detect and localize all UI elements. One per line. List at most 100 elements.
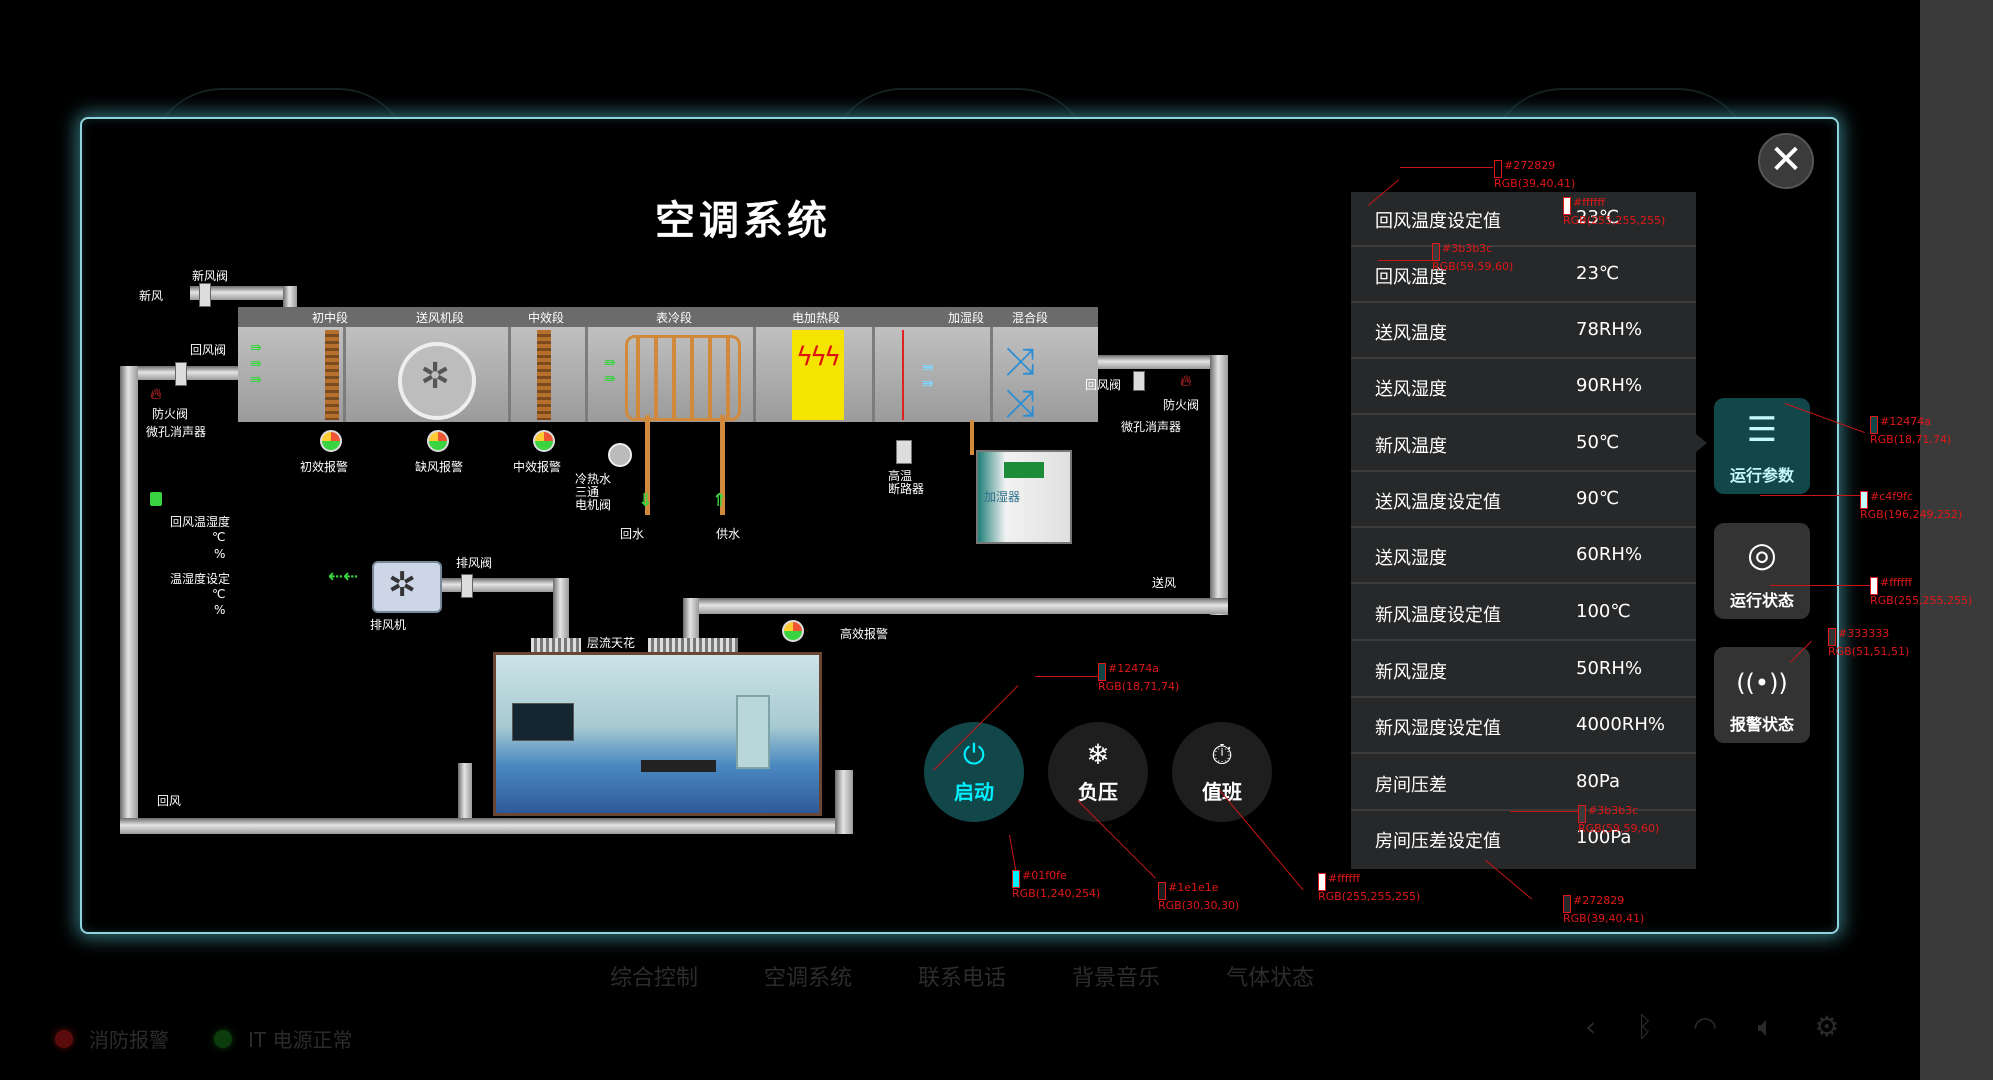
section-label: 表冷段 [656, 311, 693, 325]
tab-label: 运行参数 [1729, 466, 1794, 485]
start-label: 启动 [954, 780, 994, 804]
down-arrow-icon: ⇓ [638, 490, 654, 511]
param-row: 新风温度设定值 100℃ [1351, 586, 1696, 641]
humidifier-unit: 加湿器 [976, 450, 1072, 544]
wind-alarm-label: 缺风报警 [415, 460, 464, 474]
close-icon: ✕ [1769, 137, 1803, 183]
param-name: 送风温度 [1375, 323, 1447, 344]
annotation-hex: #12474a [1880, 415, 1931, 428]
tab-label: 运行状态 [1729, 591, 1794, 610]
humidifier-label: 加湿器 [984, 490, 1021, 504]
tab-run-status[interactable]: ◎ 运行状态 [1714, 523, 1810, 619]
param-value: 4000RH% [1576, 714, 1665, 735]
bg-nav-item[interactable]: 综合控制 [610, 960, 698, 992]
supply-duct [683, 598, 1228, 614]
bg-nav-item[interactable]: 空调系统 [764, 960, 852, 992]
temp-unit: ℃ [212, 530, 226, 544]
param-name: 送风湿度 [1375, 548, 1447, 569]
negative-pressure-button[interactable]: ❄ 负压 [1048, 722, 1148, 822]
annotation-hex: #ffffff [1573, 196, 1605, 209]
humidify-arrow-icon: ⇛ ⇛ [922, 360, 934, 392]
duct [458, 763, 472, 818]
fresh-air-valve-icon[interactable] [199, 283, 211, 307]
color-annotation: #12474a RGB(18,71,74) [1098, 663, 1179, 692]
annotation-hex: #3b3b3c [1588, 804, 1639, 817]
exhaust-valve-label: 排风阀 [456, 556, 493, 570]
return-air-valve-icon[interactable] [175, 362, 187, 386]
section-divider [872, 327, 875, 422]
duct [683, 598, 699, 640]
param-name: 送风温度设定值 [1375, 492, 1501, 513]
gear-icon[interactable]: ⚙ [1814, 1010, 1839, 1044]
volume-icon[interactable]: 🔈︎ [1757, 1010, 1774, 1044]
status-dot [55, 1029, 73, 1048]
mixing-icon: ⤨ ⤨ [1005, 339, 1036, 425]
params-panel: 回风温度设定值 23℃ 回风温度 23℃ 送风温度 78RH% 送风湿度 90RH% 新… [1351, 192, 1696, 869]
color-annotation: #c4f9fc RGB(196,249,252) [1860, 491, 1962, 520]
cooling-coil [625, 335, 741, 421]
param-row: 新风湿度 50RH% [1351, 643, 1696, 698]
status-ring-icon: ◎ [1747, 535, 1777, 575]
section-divider [753, 327, 756, 422]
annotation-rgb: RGB(255,255,255) [1563, 214, 1666, 227]
close-button[interactable]: ✕ [1758, 133, 1814, 189]
laminar-ceiling-label: 层流天花 [587, 636, 636, 650]
bg-nav-item[interactable]: 气体状态 [1226, 960, 1314, 992]
temp-unit: ℃ [212, 587, 226, 601]
right-silencer-label: 微孔消声器 [1121, 420, 1182, 434]
param-value: 78RH% [1576, 319, 1643, 340]
right-return-valve-icon[interactable] [1133, 371, 1145, 391]
color-annotation: #1e1e1e RGB(30,30,30) [1158, 882, 1239, 911]
chevron-left-icon[interactable]: ‹ [1585, 1010, 1596, 1044]
color-annotation: #12474a RGB(18,71,74) [1870, 416, 1951, 445]
annotation-rgb: RGB(30,30,30) [1158, 899, 1240, 912]
exhaust-duct [440, 578, 560, 592]
tab-run-params[interactable]: ☰ 运行参数 [1714, 398, 1810, 494]
annotation-leader [1760, 495, 1860, 496]
silencer-label: 微孔消声器 [146, 425, 207, 439]
annotation-rgb: RGB(39,40,41) [1494, 177, 1576, 190]
annotation-hex: #ffffff [1880, 576, 1912, 589]
color-annotation: #272829 RGB(39,40,41) [1494, 160, 1575, 189]
hepa-alarm-label: 高效报警 [840, 627, 889, 641]
medium-filter-gauge-icon [533, 430, 555, 452]
return-temp-hum-label: 回风温湿度 [170, 515, 231, 529]
duct [553, 578, 569, 640]
duty-button[interactable]: ⏱ 值班 [1172, 722, 1272, 822]
exhaust-valve-icon[interactable] [461, 574, 473, 598]
param-name: 新风温度设定值 [1375, 605, 1501, 626]
annotation-leader [1378, 260, 1438, 261]
chill-valve-label: 冷热水 三通 电机阀 [575, 472, 612, 512]
exhaust-fan-label: 排风机 [370, 618, 407, 632]
bg-nav-item[interactable]: 联系电话 [918, 960, 1006, 992]
annotation-rgb: RGB(255,255,255) [1870, 594, 1973, 607]
param-name: 房间压差设定值 [1375, 831, 1501, 852]
annotation-leader [1770, 585, 1870, 586]
supply-water-label: 供水 [716, 527, 741, 541]
param-value: 50RH% [1576, 658, 1643, 679]
operating-table [641, 760, 716, 772]
return-air-riser [120, 366, 138, 826]
wifi-icon[interactable]: ◠ [1693, 1010, 1717, 1044]
return-water-label: 回水 [620, 527, 645, 541]
param-row: 送风温度 78RH% [1351, 304, 1696, 359]
annotation-rgb: RGB(39,40,41) [1563, 912, 1645, 925]
annotation-hex: #3b3b3c [1442, 242, 1493, 255]
start-button[interactable]: ⏻ 启动 [924, 722, 1024, 822]
param-value: 100℃ [1576, 601, 1631, 622]
duct [835, 770, 853, 834]
negative-pressure-label: 负压 [1078, 780, 1118, 804]
bluetooth-icon[interactable]: ᛒ [1636, 1010, 1653, 1044]
annotation-hex: #272829 [1573, 894, 1625, 907]
temp-hum-setpoint-label: 温湿度设定 [170, 572, 231, 586]
section-label: 中效段 [528, 311, 565, 325]
bg-nav-item[interactable]: 背景音乐 [1072, 960, 1160, 992]
tab-alarm-status[interactable]: ((•)) 报警状态 [1714, 647, 1810, 743]
hum-unit: % [214, 603, 226, 617]
annotation-rgb: RGB(51,51,51) [1828, 645, 1910, 658]
param-row: 新风湿度设定值 4000RH% [1351, 699, 1696, 754]
param-row: 送风湿度 90RH% [1351, 360, 1696, 415]
medium-filter-alarm-label: 中效报警 [513, 460, 562, 474]
annotation-hex: #01f0fe [1022, 869, 1067, 882]
color-annotation: #01f0fe RGB(1,240,254) [1012, 870, 1100, 899]
